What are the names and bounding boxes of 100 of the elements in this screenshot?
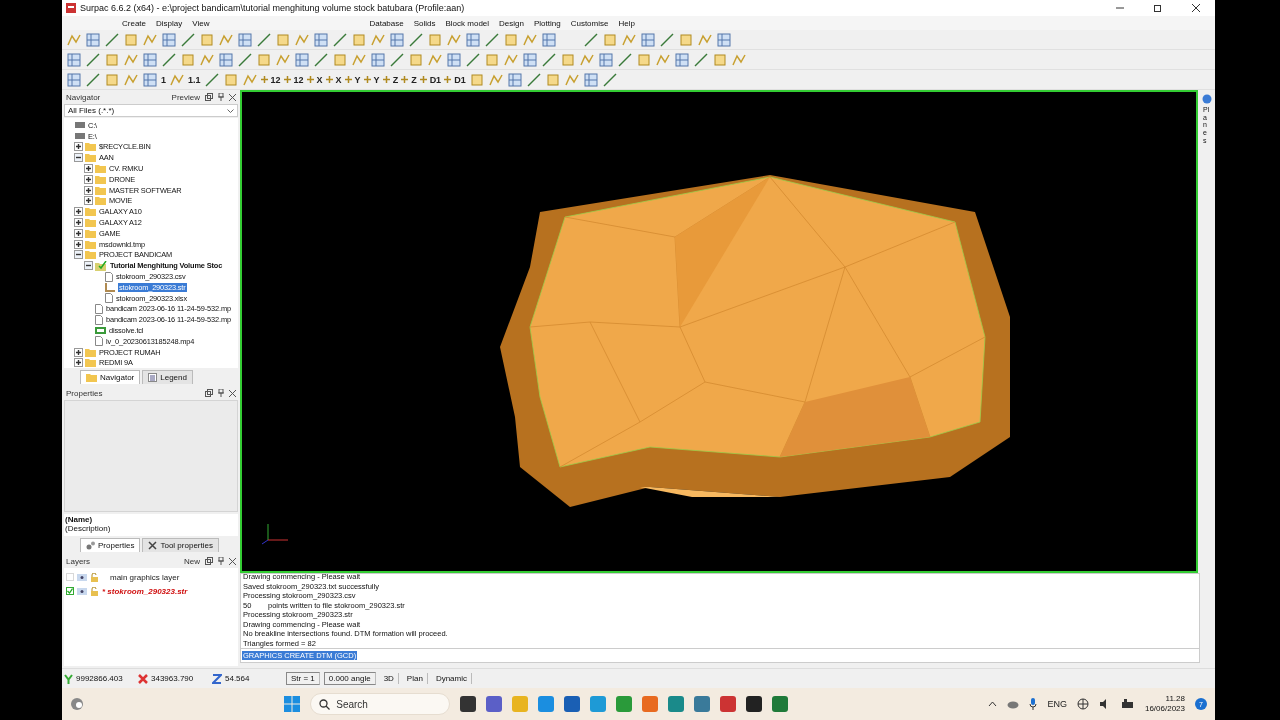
close-icon[interactable] (229, 93, 236, 101)
line-tool-icon[interactable] (332, 31, 348, 48)
language-indicator[interactable]: ENG (1047, 699, 1067, 709)
toolbar-label[interactable]: Z (411, 74, 417, 85)
line-tool-icon[interactable] (541, 51, 557, 68)
chevron-up-icon[interactable] (988, 701, 998, 707)
grid-tool-icon[interactable] (313, 31, 329, 48)
line-tool-icon[interactable] (203, 71, 220, 88)
line-tool-icon[interactable] (617, 51, 633, 68)
float-icon[interactable] (205, 557, 213, 565)
filter-dropdown[interactable]: All Files (.*.*) (64, 104, 238, 117)
toolbar-label[interactable]: 1.1 (188, 74, 201, 85)
layer-name[interactable]: main graphics layer (110, 572, 180, 582)
expand-icon[interactable] (84, 174, 93, 184)
menu-item[interactable]: Customise (570, 18, 609, 28)
line-tool-icon[interactable] (465, 51, 481, 68)
grid-tool-icon[interactable] (541, 31, 557, 48)
expand-icon[interactable] (74, 218, 83, 228)
line-tool-icon[interactable] (180, 31, 196, 48)
panel-tab[interactable]: Tool properties (142, 538, 219, 552)
toolbar-label[interactable]: D1 (429, 74, 442, 85)
line-tool-icon[interactable] (693, 51, 709, 68)
close-icon[interactable] (229, 557, 236, 565)
pin-icon[interactable] (218, 93, 224, 101)
toolbar-label[interactable]: D1 (454, 74, 466, 85)
menu-item[interactable]: Design (499, 18, 524, 28)
menu-item[interactable]: Database (369, 18, 404, 28)
grid-tool-icon[interactable] (389, 31, 405, 48)
grid-tool-icon[interactable] (142, 51, 158, 68)
line-tool-icon[interactable] (313, 51, 329, 68)
restore-icon[interactable] (1153, 3, 1163, 13)
menu-item[interactable]: View (192, 18, 210, 28)
eye-icon[interactable] (77, 573, 87, 581)
line-tool-icon[interactable] (104, 31, 120, 48)
pin-icon[interactable] (218, 389, 224, 397)
line-tool-icon[interactable] (601, 71, 618, 88)
grid-tool-icon[interactable] (465, 31, 481, 48)
grid-tool-icon[interactable] (66, 51, 82, 68)
grid-tool-icon[interactable] (716, 31, 732, 48)
grid-tool-icon[interactable] (640, 31, 656, 48)
crosshair-icon[interactable] (283, 76, 291, 83)
taskbar-search[interactable]: Search (310, 693, 451, 715)
toolbar-label[interactable]: Z (392, 74, 399, 85)
grid-tool-icon[interactable] (237, 31, 253, 48)
layer-checkbox[interactable] (66, 587, 74, 595)
toolbar-label[interactable]: 1 (161, 74, 166, 85)
grid-tool-icon[interactable] (506, 71, 523, 88)
crosshair-icon[interactable] (444, 76, 452, 83)
menu-item[interactable]: Help (618, 18, 635, 28)
grid-tool-icon[interactable] (370, 51, 386, 68)
taskbar-clock[interactable]: 11.28 16/06/2023 (1144, 694, 1185, 714)
expand-icon[interactable] (74, 142, 83, 152)
line-tool-icon[interactable] (161, 51, 177, 68)
close-icon[interactable] (1191, 3, 1201, 13)
line-tool-icon[interactable] (256, 31, 272, 48)
crosshair-icon[interactable] (363, 76, 371, 83)
globe-icon[interactable] (1076, 698, 1089, 710)
crosshair-icon[interactable] (325, 76, 333, 83)
grid-tool-icon[interactable] (66, 71, 82, 88)
float-icon[interactable] (205, 389, 213, 397)
menu-item[interactable]: Block model (445, 18, 490, 28)
line-tool-icon[interactable] (484, 31, 500, 48)
panel-tab[interactable]: Navigator (80, 370, 141, 384)
expand-icon[interactable] (74, 228, 83, 238)
float-icon[interactable] (205, 93, 213, 101)
grid-tool-icon[interactable] (294, 51, 310, 68)
view-mode[interactable]: 3D (379, 673, 399, 684)
toolbar-label[interactable]: Y (354, 74, 361, 85)
grid-tool-icon[interactable] (161, 31, 177, 48)
collapse-icon[interactable] (74, 250, 83, 260)
layer-name[interactable]: * stokroom_290323.str (102, 586, 188, 596)
toolbar-label[interactable]: X (335, 74, 342, 85)
expand-icon[interactable] (74, 239, 83, 249)
line-tool-icon[interactable] (389, 51, 405, 68)
eye-icon[interactable] (77, 587, 87, 595)
preview-button[interactable]: Preview (171, 92, 200, 102)
toolbar-label[interactable]: Y (373, 74, 380, 85)
grid-tool-icon[interactable] (446, 51, 462, 68)
expand-icon[interactable] (84, 185, 93, 195)
grid-tool-icon[interactable] (142, 71, 158, 88)
new-layer-button[interactable]: New (184, 556, 200, 566)
view-mode[interactable]: Dynamic (431, 673, 472, 684)
expand-icon[interactable] (74, 347, 83, 357)
cloud-icon[interactable] (1007, 699, 1020, 709)
toolbar-label[interactable]: X (316, 74, 323, 85)
panel-tab[interactable]: Legend (142, 370, 193, 384)
pin-icon[interactable] (218, 557, 224, 565)
line-tool-icon[interactable] (85, 71, 101, 88)
windows-start-icon[interactable] (284, 696, 301, 712)
line-tool-icon[interactable] (659, 31, 675, 48)
expand-icon[interactable] (84, 164, 93, 174)
expand-icon[interactable] (74, 207, 83, 217)
line-tool-icon[interactable] (85, 51, 101, 68)
menu-item[interactable]: Plotting (534, 18, 561, 28)
collapse-icon[interactable] (74, 153, 83, 163)
grid-tool-icon[interactable] (218, 51, 234, 68)
grid-tool-icon[interactable] (598, 51, 614, 68)
crosshair-icon[interactable] (306, 76, 314, 83)
menu-item[interactable]: Display (156, 18, 183, 28)
expand-icon[interactable] (74, 358, 83, 368)
